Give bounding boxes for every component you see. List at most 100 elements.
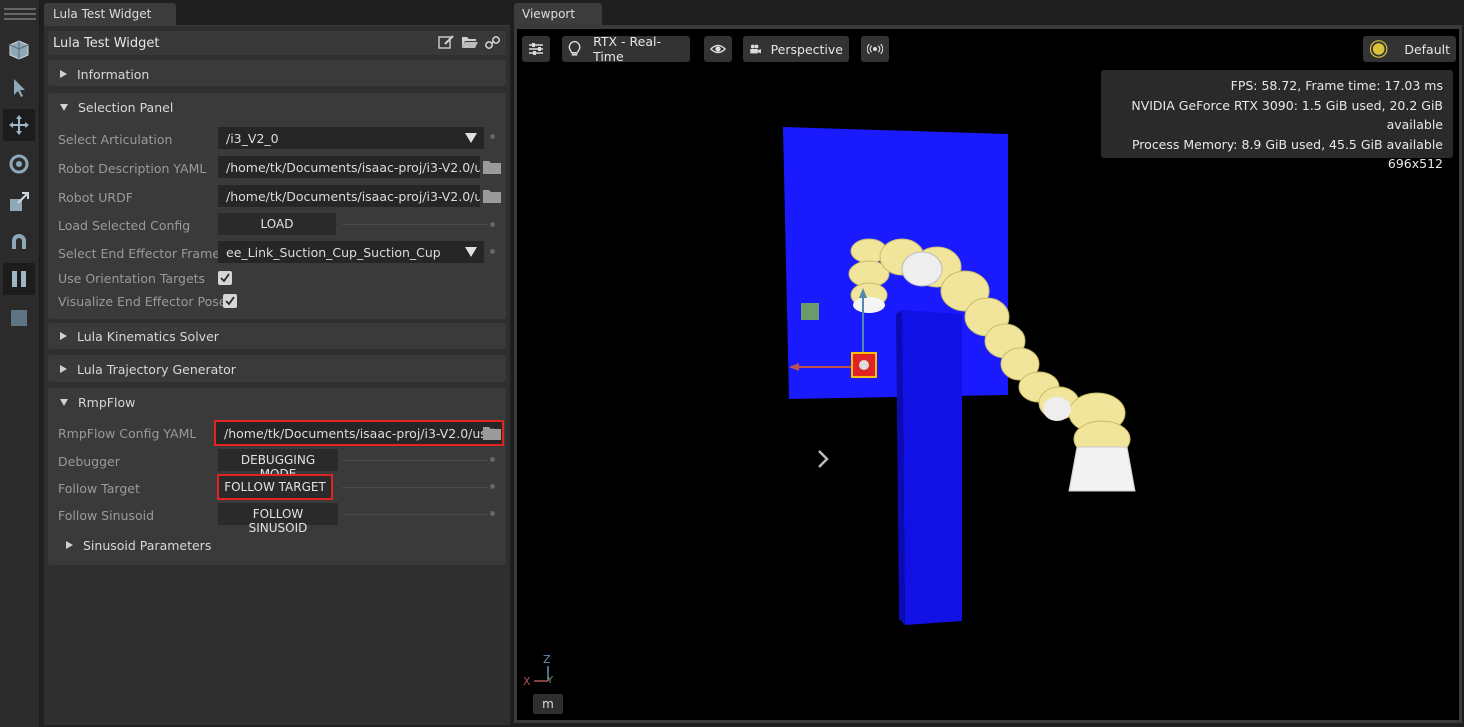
- lightbulb-icon: [568, 40, 581, 56]
- expand-arrow-icon: [60, 365, 67, 373]
- articulation-label: Select Articulation: [58, 132, 173, 147]
- panel-tab-label: Lula Test Widget: [53, 7, 152, 21]
- information-frame[interactable]: Information: [48, 60, 506, 86]
- edit-icon[interactable]: [438, 35, 455, 53]
- robot-yaml-field[interactable]: /home/tk/Documents/isaac-proj/i3-V2.0/us…: [218, 156, 480, 178]
- dropdown-arrow-icon[interactable]: [465, 247, 477, 257]
- reset-dot[interactable]: [490, 511, 495, 516]
- camera-button[interactable]: Perspective: [743, 36, 849, 62]
- robot-joint: [853, 297, 885, 313]
- reset-dot[interactable]: [490, 457, 495, 462]
- pause-icon[interactable]: [3, 263, 35, 295]
- robot-yaml-label: Robot Description YAML: [58, 161, 207, 176]
- lighting-button[interactable]: Default: [1363, 36, 1456, 62]
- ee-frame-combo[interactable]: ee_Link_Suction_Cup_Suction_Cup: [218, 241, 484, 263]
- visualize-checkbox[interactable]: [223, 294, 237, 308]
- rmpflow-config-label: RmpFlow Config YAML: [58, 426, 197, 441]
- kinematics-frame[interactable]: Lula Kinematics Solver: [48, 323, 506, 349]
- kinematics-title: Lula Kinematics Solver: [77, 328, 219, 344]
- robot-yaml-value: /home/tk/Documents/isaac-proj/i3-V2.0/us…: [226, 160, 480, 175]
- reset-dot[interactable]: [490, 249, 495, 254]
- suction-cup: [1068, 446, 1136, 492]
- orientation-checkbox[interactable]: [218, 271, 232, 285]
- folder-icon[interactable]: [483, 160, 501, 174]
- panel-title: Lula Test Widget: [53, 36, 160, 51]
- collapse-arrow-icon: [60, 398, 68, 406]
- camera-label: Perspective: [770, 41, 843, 57]
- viewport[interactable]: RTX - Real-Time Perspective Default FPS:…: [514, 25, 1462, 723]
- axis-z-label: Z: [543, 653, 551, 666]
- expand-arrow-icon: [60, 332, 67, 340]
- viewport-tab-label: Viewport: [522, 7, 576, 21]
- broadcast-icon[interactable]: [861, 36, 889, 62]
- folder-open-icon[interactable]: [461, 35, 479, 53]
- sinusoid-params-header[interactable]: Sinusoid Parameters: [66, 535, 211, 555]
- separator-line: [342, 487, 488, 488]
- renderer-button[interactable]: RTX - Real-Time: [562, 34, 690, 64]
- axis-x-label: X: [523, 675, 531, 688]
- load-button[interactable]: LOAD: [218, 213, 336, 235]
- ee-frame-label: Select End Effector Frame: [58, 246, 220, 261]
- panel-header: Lula Test Widget: [48, 31, 506, 55]
- ee-frame-value: ee_Link_Suction_Cup_Suction_Cup: [226, 245, 441, 260]
- lula-widget-panel: Lula Test Widget Information Selection P…: [44, 25, 510, 725]
- units-button[interactable]: m: [533, 694, 563, 714]
- toolbar-grip-icon[interactable]: [4, 8, 36, 24]
- collapse-arrow-icon: [60, 103, 68, 111]
- folder-icon[interactable]: [483, 426, 501, 440]
- reset-dot[interactable]: [490, 222, 495, 227]
- fps-text: FPS: 58.72, Frame time: 17.03 ms: [1230, 78, 1443, 93]
- renderer-label: RTX - Real-Time: [593, 34, 661, 64]
- rmpflow-header[interactable]: RmpFlow: [60, 392, 135, 412]
- left-toolbar: [0, 0, 40, 727]
- scale-icon[interactable]: [3, 186, 35, 218]
- target-center: [859, 360, 869, 370]
- rmpflow-title: RmpFlow: [78, 394, 136, 410]
- robot-joint: [901, 251, 943, 287]
- load-config-label: Load Selected Config: [58, 218, 191, 233]
- separator-line: [342, 224, 488, 225]
- link-icon[interactable]: [484, 35, 501, 53]
- selection-panel-header[interactable]: Selection Panel: [60, 97, 173, 117]
- panel-tab[interactable]: Lula Test Widget: [44, 3, 176, 25]
- reset-dot[interactable]: [490, 484, 495, 489]
- expand-arrow-icon: [66, 541, 73, 549]
- separator-line: [342, 514, 488, 515]
- resolution-text: 696x512: [1387, 156, 1443, 171]
- folder-icon[interactable]: [483, 189, 501, 203]
- reset-dot[interactable]: [490, 134, 495, 139]
- camera-icon: [750, 44, 761, 54]
- follow-target-button[interactable]: FOLLOW TARGET: [217, 474, 333, 500]
- snap-magnet-icon[interactable]: [3, 226, 35, 258]
- eye-icon[interactable]: [704, 36, 732, 62]
- stop-icon[interactable]: [3, 302, 35, 334]
- debugger-label: Debugger: [58, 454, 120, 469]
- memory-text: Process Memory: 8.9 GiB used, 45.5 GiB a…: [1131, 136, 1443, 152]
- pointer-icon[interactable]: [3, 72, 35, 104]
- debugging-mode-button[interactable]: DEBUGGING MODE: [218, 449, 338, 481]
- expand-arrow-icon: [60, 70, 67, 78]
- urdf-label: Robot URDF: [58, 190, 133, 205]
- sinusoid-params-title: Sinusoid Parameters: [83, 537, 212, 553]
- dropdown-arrow-icon[interactable]: [465, 133, 477, 143]
- sun-icon: [1369, 40, 1388, 58]
- lighting-label: Default: [1404, 41, 1450, 57]
- follow-sinusoid-button[interactable]: FOLLOW SINUSOID: [218, 503, 338, 535]
- urdf-field[interactable]: /home/tk/Documents/isaac-proj/i3-V2.0/us…: [218, 185, 480, 207]
- viewport-tab[interactable]: Viewport: [514, 3, 602, 25]
- rmpflow-config-field[interactable]: /home/tk/Documents/isaac-proj/i3-V2.0/us…: [214, 420, 504, 446]
- trajectory-frame[interactable]: Lula Trajectory Generator: [48, 355, 506, 382]
- articulation-combo[interactable]: /i3_V2_0: [218, 127, 484, 149]
- settings-sliders-icon[interactable]: [522, 36, 550, 62]
- rotate-icon[interactable]: [3, 148, 35, 180]
- rmpflow-config-value: /home/tk/Documents/isaac-proj/i3-V2.0/us…: [224, 426, 495, 441]
- robot-joint: [1043, 397, 1071, 421]
- move-icon[interactable]: [3, 109, 35, 141]
- follow-sinusoid-label: Follow Sinusoid: [58, 508, 155, 523]
- trajectory-title: Lula Trajectory Generator: [77, 361, 236, 377]
- stats-overlay: FPS: 58.72, Frame time: 17.03 ms NVIDIA …: [1101, 70, 1453, 171]
- select-cube-icon[interactable]: [3, 34, 35, 66]
- blue-pillar: [902, 310, 962, 625]
- urdf-value: /home/tk/Documents/isaac-proj/i3-V2.0/us…: [226, 189, 480, 204]
- chevron-right-icon: [818, 450, 829, 468]
